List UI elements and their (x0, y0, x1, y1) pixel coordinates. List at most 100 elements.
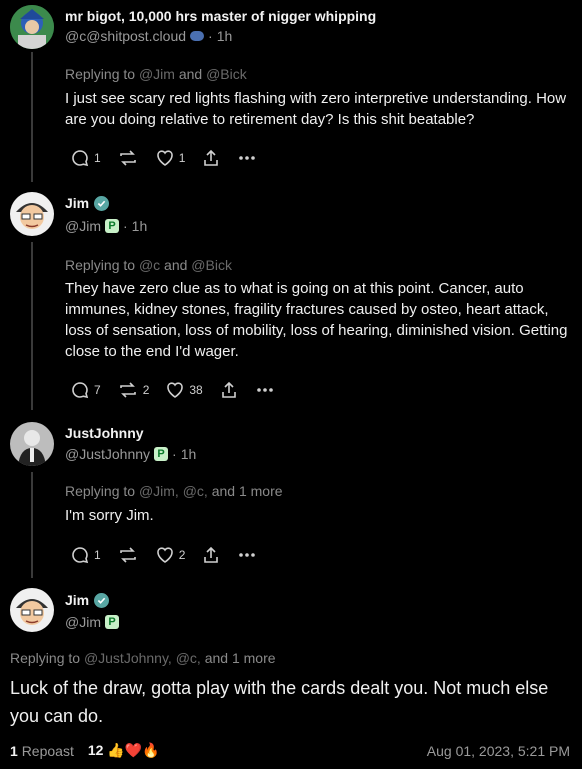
display-name[interactable]: Jim (65, 592, 110, 608)
verified-icon (94, 195, 110, 211)
reply-icon (72, 382, 89, 399)
mention-link[interactable]: @c (139, 257, 160, 273)
separator: · (122, 218, 128, 234)
share-button[interactable] (201, 148, 221, 168)
post-content: Luck of the draw, gotta play with the ca… (10, 678, 549, 726)
post-content: They have zero clue as to what is going … (65, 280, 568, 360)
replying-to: Replying to @Jim, @c, and 1 more (65, 483, 283, 499)
like-button[interactable]: 2 (155, 545, 186, 565)
post-time[interactable]: 1h (181, 446, 197, 462)
more-button[interactable] (237, 148, 257, 168)
p-badge-icon: P (154, 447, 169, 461)
post-actions: 1 2 (70, 545, 273, 565)
reply-icon (72, 150, 89, 167)
post-stats: 1 Repoast 12 👍❤️🔥 Aug 01, 2023, 5:21 PM (10, 742, 570, 759)
mention-link[interactable]: @Jim (139, 66, 175, 82)
replying-more[interactable]: and 1 more (212, 483, 283, 499)
repost-stat-count: 1 (10, 742, 18, 759)
repost-stat-label: Repoast (21, 742, 74, 759)
post-actions: 1 1 (70, 148, 273, 168)
replying-to: Replying to @JustJohnny, @c, and 1 more (10, 650, 276, 666)
thread-line (31, 52, 33, 182)
thread-line (31, 242, 33, 410)
replying-to: Replying to @Jim and @Bick (65, 66, 247, 82)
mention-link[interactable]: @c, (183, 483, 208, 499)
avatar[interactable] (10, 192, 54, 236)
repost-icon (119, 547, 136, 563)
like-count: 1 (178, 151, 186, 165)
display-name[interactable]: mr bigot, 10,000 hrs master of nigger wh… (65, 8, 376, 24)
avatar[interactable] (10, 422, 54, 466)
account-handle[interactable]: @JustJohnny (65, 446, 150, 462)
replying-to: Replying to @c and @Bick (65, 257, 232, 273)
share-icon (204, 546, 219, 563)
like-button[interactable]: 38 (165, 380, 203, 400)
like-count: 2 (178, 548, 186, 562)
reply-icon (72, 547, 89, 564)
reply-count: 1 (94, 151, 101, 165)
repost-count: 2 (142, 383, 150, 397)
post-actions: 7 2 38 (70, 380, 291, 400)
display-name-text[interactable]: mr bigot, 10,000 hrs master of nigger wh… (65, 8, 376, 24)
display-name[interactable]: JustJohnny (65, 425, 144, 441)
repost-icon (119, 382, 136, 398)
replying-joiner: and (164, 257, 188, 273)
reaction-stat[interactable]: 12 👍❤️🔥 (88, 742, 160, 759)
mention-link[interactable]: @Jim, (139, 483, 179, 499)
repost-button[interactable] (117, 545, 139, 565)
mention-link[interactable]: @Bick (191, 257, 232, 273)
p-badge-icon: P (104, 219, 119, 233)
reply-button[interactable]: 7 (70, 380, 101, 400)
like-count: 38 (189, 383, 203, 397)
p-badge-icon: P (104, 615, 119, 629)
repost-icon (119, 150, 136, 166)
post-time[interactable]: 1h (132, 218, 148, 234)
thread-line (31, 472, 33, 578)
handle-row: @JustJohnny P · 1h (65, 446, 196, 462)
repost-button[interactable] (117, 148, 139, 168)
account-handle[interactable]: @Jim (65, 218, 101, 234)
post-content: I just see scary red lights flashing wit… (65, 90, 567, 128)
replying-joiner: and (178, 66, 203, 82)
account-handle[interactable]: @c@shitpost.cloud (65, 28, 186, 44)
reply-button[interactable]: 1 (70, 545, 101, 565)
repost-stat[interactable]: 1 Repoast (10, 743, 74, 759)
avatar[interactable] (10, 5, 54, 49)
more-icon (239, 156, 256, 160)
avatar[interactable] (10, 588, 54, 632)
share-button[interactable] (201, 545, 221, 565)
display-name-text[interactable]: Jim (65, 195, 89, 211)
display-name-text[interactable]: JustJohnny (65, 425, 144, 441)
reply-button[interactable]: 1 (70, 148, 101, 168)
separator: · (208, 28, 213, 44)
replying-prefix: Replying to (65, 257, 136, 273)
like-button[interactable]: 1 (155, 148, 186, 168)
heart-icon (156, 150, 173, 166)
share-icon (204, 149, 219, 166)
replying-prefix: Replying to (65, 66, 136, 82)
reaction-stat-count: 12 (87, 742, 104, 758)
more-icon (239, 553, 256, 557)
post-time[interactable]: 1h (217, 28, 233, 44)
account-handle[interactable]: @Jim (65, 614, 101, 630)
repost-button[interactable]: 2 (117, 380, 150, 400)
reaction-emojis: 👍❤️🔥 (107, 742, 160, 758)
display-name[interactable]: Jim (65, 195, 110, 211)
share-button[interactable] (219, 380, 239, 400)
reply-count: 1 (94, 548, 101, 562)
replying-more[interactable]: and 1 more (205, 650, 276, 666)
handle-row: @Jim P · 1h (65, 218, 147, 234)
share-icon (221, 381, 236, 398)
more-button[interactable] (255, 380, 275, 400)
post-content: I'm sorry Jim. (65, 507, 154, 524)
replying-prefix: Replying to (10, 650, 81, 666)
replying-prefix: Replying to (65, 483, 136, 499)
display-name-text[interactable]: Jim (65, 592, 89, 608)
more-button[interactable] (237, 545, 257, 565)
mention-link[interactable]: @c, (176, 650, 201, 666)
mention-link[interactable]: @JustJohnny, (84, 650, 172, 666)
post-timestamp[interactable]: Aug 01, 2023, 5:21 PM (427, 743, 570, 759)
reply-count: 7 (94, 383, 101, 397)
heart-icon (156, 547, 173, 563)
mention-link[interactable]: @Bick (206, 66, 247, 82)
